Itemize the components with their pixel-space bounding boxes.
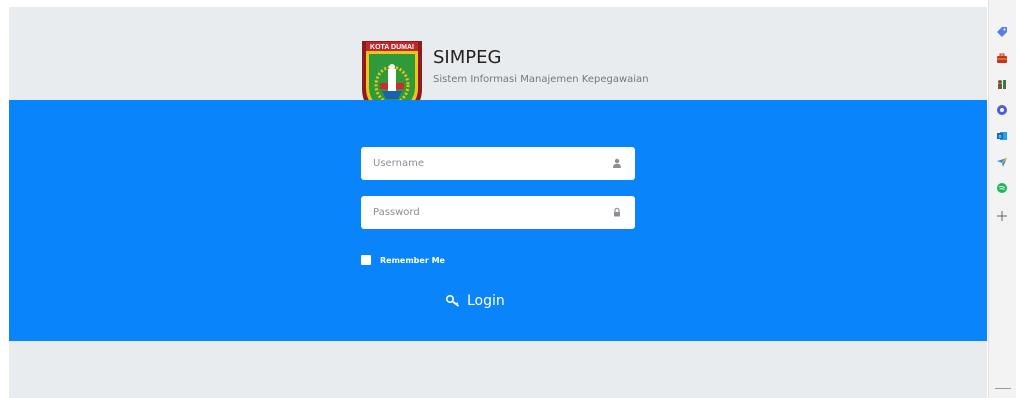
office-icon[interactable] <box>995 103 1009 117</box>
svg-text:o: o <box>999 134 1002 140</box>
svg-text:KOTA DUMAI: KOTA DUMAI <box>370 44 414 51</box>
send-icon[interactable] <box>995 155 1009 169</box>
outlook-icon[interactable]: o <box>995 129 1009 143</box>
chess-icon[interactable] <box>995 77 1009 91</box>
key-icon <box>446 295 460 307</box>
briefcase-icon[interactable] <box>995 51 1009 65</box>
remember-checkbox[interactable] <box>361 255 371 265</box>
sidebar-divider <box>995 388 1011 389</box>
remember-me[interactable]: Remember Me <box>361 255 445 265</box>
password-field[interactable] <box>361 196 635 229</box>
tag-icon[interactable] <box>995 25 1009 39</box>
username-input[interactable] <box>361 147 601 180</box>
browser-sidebar: o <box>988 0 1016 398</box>
user-icon <box>613 158 621 168</box>
username-field[interactable] <box>361 147 635 180</box>
login-label: Login <box>467 293 505 309</box>
remember-label: Remember Me <box>380 255 445 265</box>
lock-icon <box>614 207 620 217</box>
app-title: SIMPEG <box>433 47 502 68</box>
password-input[interactable] <box>361 196 601 229</box>
add-icon[interactable] <box>995 209 1009 223</box>
app-subtitle: Sistem Informasi Manajemen Kepegawaian <box>433 74 649 85</box>
login-button[interactable]: Login <box>446 293 505 309</box>
login-page: KOTA DUMAI SIMPEG Sistem Informasi Manaj… <box>9 7 987 398</box>
spotify-icon[interactable] <box>995 181 1009 195</box>
